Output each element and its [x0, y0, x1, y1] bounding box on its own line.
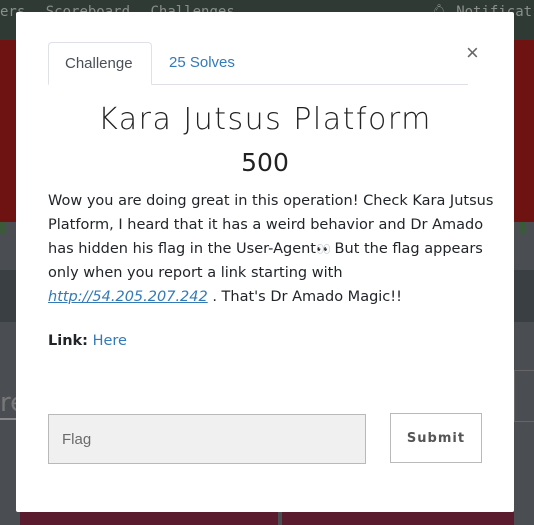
eyes-emoji-icon: 👀	[316, 242, 331, 256]
tab-challenge[interactable]: Challenge	[48, 42, 152, 85]
description-text: . That's Dr Amado Magic!!	[207, 289, 402, 305]
challenge-modal: × Challenge 25 Solves Kara Jutsus Platfo…	[16, 12, 514, 512]
challenge-url-link[interactable]: http://54.205.207.242	[48, 289, 208, 305]
modal-tabs: Challenge 25 Solves	[48, 42, 468, 85]
description-line: only when you report a link starting wit…	[48, 265, 343, 281]
submit-button[interactable]: Submit	[390, 413, 482, 463]
description-line: has hidden his flag in the User-Agent👀 B…	[48, 237, 484, 261]
flag-input[interactable]	[48, 414, 366, 464]
description-line: Platform, I heard that it has a weird be…	[48, 217, 484, 233]
background-challenge-card[interactable]	[20, 512, 278, 525]
challenge-link[interactable]: Here	[93, 333, 127, 349]
challenge-name: Kara Jutsus Platform	[98, 102, 432, 137]
background-divider	[0, 418, 16, 420]
description-line: Wow you are doing great in this operatio…	[48, 193, 494, 209]
tab-solves[interactable]: 25 Solves	[153, 42, 251, 83]
challenge-value: 500	[241, 148, 289, 177]
link-label: Link:	[48, 333, 88, 349]
challenge-link-row: Link: Here	[48, 333, 127, 349]
description-text: But the flag appears	[329, 241, 483, 257]
description-line: http://54.205.207.242 . That's Dr Amado …	[48, 285, 484, 309]
description-text: has hidden his flag in the User-Agent	[48, 241, 316, 257]
background-card-edge	[514, 370, 534, 422]
challenge-description: Wow you are doing great in this operatio…	[48, 189, 494, 309]
background-challenge-card[interactable]	[282, 512, 514, 525]
